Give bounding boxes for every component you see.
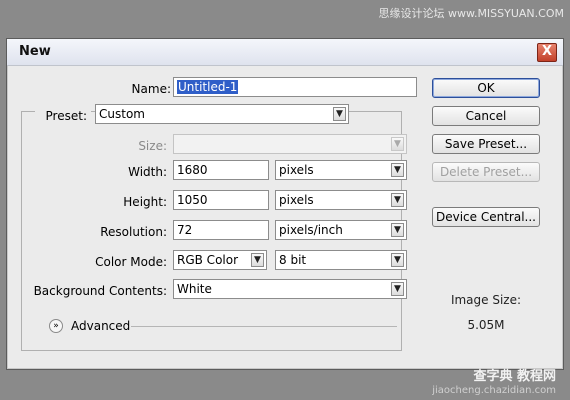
- resolution-label: Resolution:: [100, 225, 167, 239]
- size-label: Size:: [138, 139, 167, 153]
- watermark-bottom-line2: jiaocheng.chazidian.com: [432, 384, 556, 396]
- chevron-down-icon: ▼: [391, 282, 404, 296]
- bit-depth-select[interactable]: 8 bit ▼: [275, 250, 407, 270]
- advanced-label[interactable]: Advanced: [71, 319, 130, 333]
- height-label: Height:: [123, 195, 167, 209]
- watermark-bottom: 查字典 教程网 jiaocheng.chazidian.com: [432, 368, 556, 396]
- chevron-down-icon: ▼: [391, 137, 404, 151]
- preset-value: Custom: [99, 107, 145, 121]
- cancel-button[interactable]: Cancel: [432, 106, 540, 126]
- ok-button[interactable]: OK: [432, 78, 540, 98]
- name-input[interactable]: Untitled-1: [173, 77, 417, 97]
- new-document-dialog: New X Name: Untitled-1 Preset: Custom ▼ …: [6, 38, 564, 370]
- close-icon: X: [541, 44, 553, 59]
- height-unit-select[interactable]: pixels ▼: [275, 190, 407, 210]
- close-button[interactable]: X: [537, 43, 557, 62]
- width-unit-select[interactable]: pixels ▼: [275, 160, 407, 180]
- chevron-down-icon: ▼: [391, 223, 404, 237]
- preset-label: Preset:: [35, 109, 91, 123]
- resolution-input[interactable]: 72: [173, 220, 269, 240]
- advanced-divider: [131, 326, 397, 327]
- advanced-toggle-icon[interactable]: »: [49, 319, 63, 333]
- name-value: Untitled-1: [177, 80, 239, 94]
- color-mode-label: Color Mode:: [95, 255, 167, 269]
- device-central-button[interactable]: Device Central...: [432, 207, 540, 227]
- chevron-down-icon: ▼: [391, 163, 404, 177]
- name-label: Name:: [131, 82, 171, 96]
- width-input[interactable]: 1680: [173, 160, 269, 180]
- chevron-down-icon: ▼: [333, 107, 346, 121]
- bit-depth-value: 8 bit: [279, 253, 307, 267]
- dialog-title: New: [19, 44, 51, 59]
- chevron-down-icon: ▼: [251, 253, 264, 267]
- chevron-down-icon: ▼: [391, 193, 404, 207]
- height-input[interactable]: 1050: [173, 190, 269, 210]
- background-contents-select[interactable]: White ▼: [173, 279, 407, 299]
- image-size-label: Image Size:: [450, 293, 522, 307]
- watermark-top: 思缘设计论坛 www.MISSYUAN.COM: [378, 7, 564, 20]
- image-size-value: 5.05M: [467, 318, 505, 332]
- width-unit-value: pixels: [279, 163, 314, 177]
- resolution-unit-value: pixels/inch: [279, 223, 343, 237]
- background-contents-value: White: [177, 282, 212, 296]
- height-unit-value: pixels: [279, 193, 314, 207]
- watermark-bottom-line1: 查字典 教程网: [473, 368, 556, 384]
- resolution-unit-select[interactable]: pixels/inch ▼: [275, 220, 407, 240]
- size-select: ▼: [173, 134, 407, 154]
- title-bar[interactable]: New X: [7, 39, 563, 66]
- color-mode-select[interactable]: RGB Color ▼: [173, 250, 267, 270]
- background-contents-label: Background Contents:: [33, 284, 167, 298]
- delete-preset-button: Delete Preset...: [432, 162, 540, 182]
- chevron-down-icon: ▼: [391, 253, 404, 267]
- save-preset-button[interactable]: Save Preset...: [432, 134, 540, 154]
- width-label: Width:: [128, 165, 167, 179]
- preset-select[interactable]: Custom ▼: [95, 104, 349, 124]
